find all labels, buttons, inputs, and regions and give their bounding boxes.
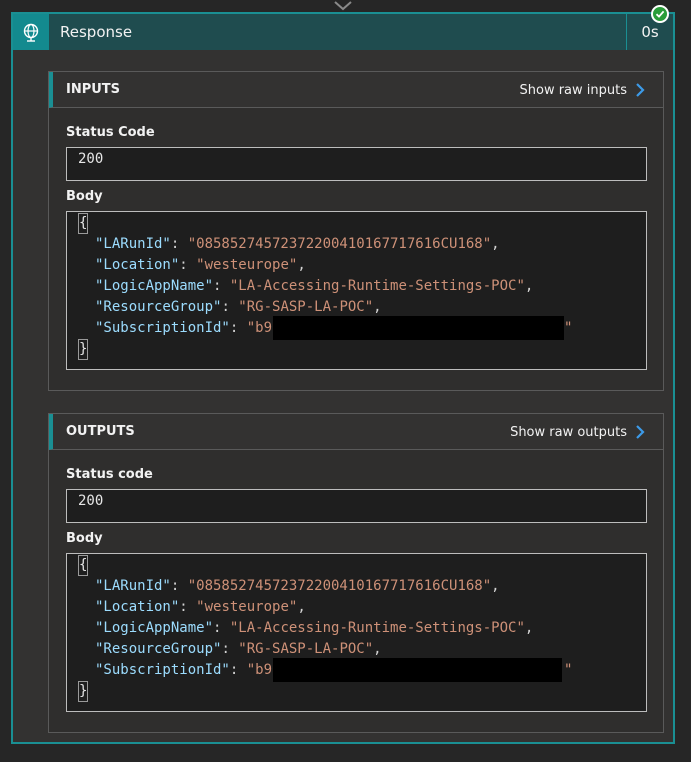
outputs-status-label: Status code <box>66 467 153 482</box>
inputs-status-value: 200 <box>66 147 647 181</box>
outputs-section: OUTPUTS Show raw outputs Status code 200… <box>48 413 664 733</box>
outputs-body-label: Body <box>66 531 103 546</box>
response-action-card: Response 0s INPUTS Show raw inputs Statu… <box>11 12 675 744</box>
show-raw-inputs-link[interactable]: Show raw inputs <box>520 72 646 108</box>
inputs-body-code: { "LARunId": "08585274572372200410167717… <box>66 211 647 370</box>
inputs-body-label: Body <box>66 189 103 204</box>
json-line: "ResourceGroup": "RG-SASP-LA-POC", <box>95 299 382 315</box>
json-close-brace: } <box>78 339 89 360</box>
redaction-bar <box>273 316 564 340</box>
json-line: "SubscriptionId": "b9 <box>95 662 273 678</box>
outputs-status-value: 200 <box>66 489 647 523</box>
chevron-right-icon <box>636 83 645 97</box>
chevron-right-icon <box>636 425 645 439</box>
inputs-title: INPUTS <box>66 82 121 97</box>
outputs-body-code: { "LARunId": "08585274572372200410167717… <box>66 553 647 712</box>
json-line: "LogicAppName": "LA-Accessing-Runtime-Se… <box>95 278 534 294</box>
json-string-close: " <box>564 662 573 678</box>
json-open-brace: { <box>78 213 89 234</box>
json-line: "Location": "westeurope", <box>95 257 306 273</box>
json-line: "LogicAppName": "LA-Accessing-Runtime-Se… <box>95 620 534 636</box>
json-line: "ResourceGroup": "RG-SASP-LA-POC", <box>95 641 382 657</box>
json-string-close: " <box>564 320 573 336</box>
json-open-brace: { <box>78 555 89 576</box>
inputs-section-header: INPUTS Show raw inputs <box>49 72 663 108</box>
show-raw-outputs-label: Show raw outputs <box>510 424 627 440</box>
success-check-icon <box>651 5 669 23</box>
json-close-brace: } <box>78 681 89 702</box>
json-line: "Location": "westeurope", <box>95 599 306 615</box>
inputs-status-label: Status Code <box>66 125 155 140</box>
show-raw-inputs-label: Show raw inputs <box>519 82 628 98</box>
json-line: "SubscriptionId": "b9 <box>95 320 273 336</box>
json-line: "LARunId": "0858527457237220041016771761… <box>95 578 500 594</box>
redaction-bar <box>273 658 562 682</box>
action-title: Response <box>60 23 133 41</box>
json-line: "LARunId": "0858527457237220041016771761… <box>95 236 500 252</box>
globe-icon <box>13 14 49 50</box>
connector-arrow-icon <box>334 1 352 11</box>
inputs-section: INPUTS Show raw inputs Status Code 200 B… <box>48 71 664 391</box>
outputs-section-header: OUTPUTS Show raw outputs <box>49 414 663 450</box>
show-raw-outputs-link[interactable]: Show raw outputs <box>510 414 645 450</box>
outputs-title: OUTPUTS <box>66 424 135 439</box>
card-header[interactable]: Response 0s <box>13 14 673 50</box>
